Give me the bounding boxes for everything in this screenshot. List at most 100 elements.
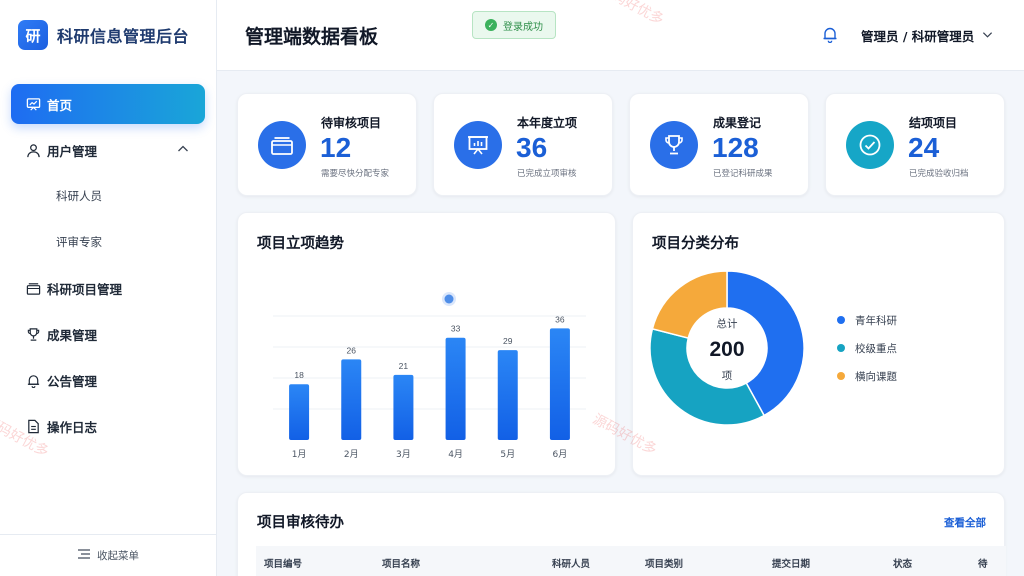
column-header[interactable]: 状态 [893,556,912,570]
donut-legend: 青年科研 校级重点 横向课题 [837,313,897,397]
sidebar-item-label: 公告管理 [47,373,98,389]
check-circle-icon [846,121,894,169]
column-header[interactable]: 提交日期 [772,556,810,570]
donut-center-label: 总计 [717,317,738,330]
stat-value: 36 [516,132,548,163]
column-header[interactable]: 项目编号 [264,556,302,570]
bar-chart: 18 1月 26 2月 21 3月 33 4月 29 5月 36 6月 [273,292,586,460]
stat-card-approved[interactable]: 本年度立项 36 已完成立项审核 [433,93,613,196]
top-header: 管理端数据看板 ✓ 登录成功 管理员 / 科研管理员 [217,0,1024,71]
bar[interactable] [393,374,414,440]
folder-stack-icon [25,280,41,296]
user-icon [25,142,41,158]
user-name: 管理员 / 科研管理员 [861,29,975,44]
bar-value-label: 18 [294,370,304,380]
bar-value-label: 33 [451,324,461,334]
stat-desc: 需要尽快分配专家 [321,169,390,179]
trophy-icon [25,326,41,342]
column-header[interactable]: 项目名称 [382,556,420,570]
collapse-label: 收起菜单 [97,550,139,562]
sidebar-item-label: 操作日志 [47,419,98,435]
stat-card-completed[interactable]: 结项项目 24 已完成验收归档 [825,93,1005,196]
donut-center-value: 200 [709,338,744,361]
presentation-icon [454,121,502,169]
sidebar-item-home[interactable]: 首页 [11,84,205,124]
trophy-icon [650,121,698,169]
stat-card-achievements[interactable]: 成果登记 128 已登记科研成果 [629,93,809,196]
bar[interactable] [341,359,362,440]
bar[interactable] [549,328,570,440]
bar-value-label: 29 [503,336,513,346]
legend-label: 校级重点 [855,342,897,355]
sidebar-item-experts[interactable]: 评审专家 [11,222,205,262]
sidebar-item-label: 首页 [47,97,73,113]
x-tick-label: 3月 [396,449,411,460]
stat-value: 12 [320,132,352,163]
project-trend-card: 项目立项趋势 18 1月 26 2月 21 3月 33 4月 29 5月 36 6月 [237,212,616,476]
stat-value: 128 [712,132,759,163]
x-tick-label: 1月 [292,449,307,460]
legend-item[interactable]: 校级重点 [837,341,897,355]
x-tick-label: 4月 [448,449,463,460]
sidebar-item-announcements[interactable]: 公告管理 [11,360,205,400]
bar-value-label: 21 [399,361,409,371]
app-logo: 研 [18,20,48,50]
notification-bell-icon[interactable] [822,26,838,47]
check-icon: ✓ [485,19,497,31]
card-title: 项目审核待办 [257,515,344,531]
sidebar-item-label: 科研项目管理 [47,281,123,297]
sidebar: 研 科研信息管理后台 首页 用户管理 科研人员 评审专家 科研项目管理 成果管理… [0,0,217,576]
column-header[interactable]: 项目类别 [645,556,683,570]
sidebar-item-researchers[interactable]: 科研人员 [11,176,205,216]
document-icon [25,418,41,434]
stat-label: 本年度立项 [517,116,578,130]
sidebar-item-label: 用户管理 [47,143,98,159]
sidebar-item-achievements[interactable]: 成果管理 [11,314,205,354]
sidebar-item-label: 成果管理 [47,327,98,343]
chevron-down-icon [982,28,993,43]
stat-label: 待审核项目 [321,116,382,130]
page-title: 管理端数据看板 [245,26,379,48]
legend-item[interactable]: 横向课题 [837,369,897,383]
x-tick-label: 5月 [500,449,515,460]
brand[interactable]: 研 科研信息管理后台 [0,0,216,70]
stat-label: 成果登记 [713,116,762,130]
collapse-menu-button[interactable]: 收起菜单 [0,534,217,576]
view-all-link[interactable]: 查看全部 [944,515,986,530]
sidebar-nav: 首页 用户管理 科研人员 评审专家 科研项目管理 成果管理 公告管理 操作日志 [0,84,216,446]
column-header[interactable]: 科研人员 [552,556,590,570]
chart-indicator-dot-inner [444,294,454,304]
donut-center-unit: 项 [722,370,733,382]
stat-card-pending[interactable]: 待审核项目 12 需要尽快分配专家 [237,93,417,196]
sidebar-item-logs[interactable]: 操作日志 [11,406,205,446]
app-title: 科研信息管理后台 [57,27,190,46]
x-tick-label: 6月 [553,449,568,460]
donut-chart: 总计 200 项 [649,270,805,426]
folder-icon [258,121,306,169]
stat-desc: 已完成验收归档 [909,169,969,179]
menu-fold-icon [78,549,90,562]
legend-dot [837,316,845,324]
stat-label: 结项项目 [909,116,958,130]
legend-label: 青年科研 [855,314,897,327]
bar[interactable] [289,384,310,440]
chevron-up-icon [177,143,189,158]
column-header[interactable]: 待 [978,556,988,570]
review-todo-card: 项目审核待办 查看全部 项目编号 项目名称 科研人员 项目类别 提交日期 状态 … [237,492,1006,576]
sidebar-item-user-management[interactable]: 用户管理 [11,130,205,170]
legend-item[interactable]: 青年科研 [837,313,897,327]
stat-desc: 已登记科研成果 [713,169,773,179]
bar[interactable] [445,337,466,440]
bar-value-label: 26 [347,345,357,355]
legend-label: 横向课题 [855,370,897,383]
chart-board-icon [25,96,41,112]
bell-icon [25,372,41,388]
stat-value: 24 [908,132,940,163]
toast-text: 登录成功 [503,21,543,33]
sidebar-item-projects[interactable]: 科研项目管理 [11,268,205,308]
user-menu[interactable]: 管理员 / 科研管理员 [861,26,993,45]
legend-dot [837,344,845,352]
stat-desc: 已完成立项审核 [517,169,577,179]
project-category-card: 项目分类分布 总计 200 项 青年科研 校级重点 横向课题 [632,212,1005,476]
bar[interactable] [497,350,518,440]
